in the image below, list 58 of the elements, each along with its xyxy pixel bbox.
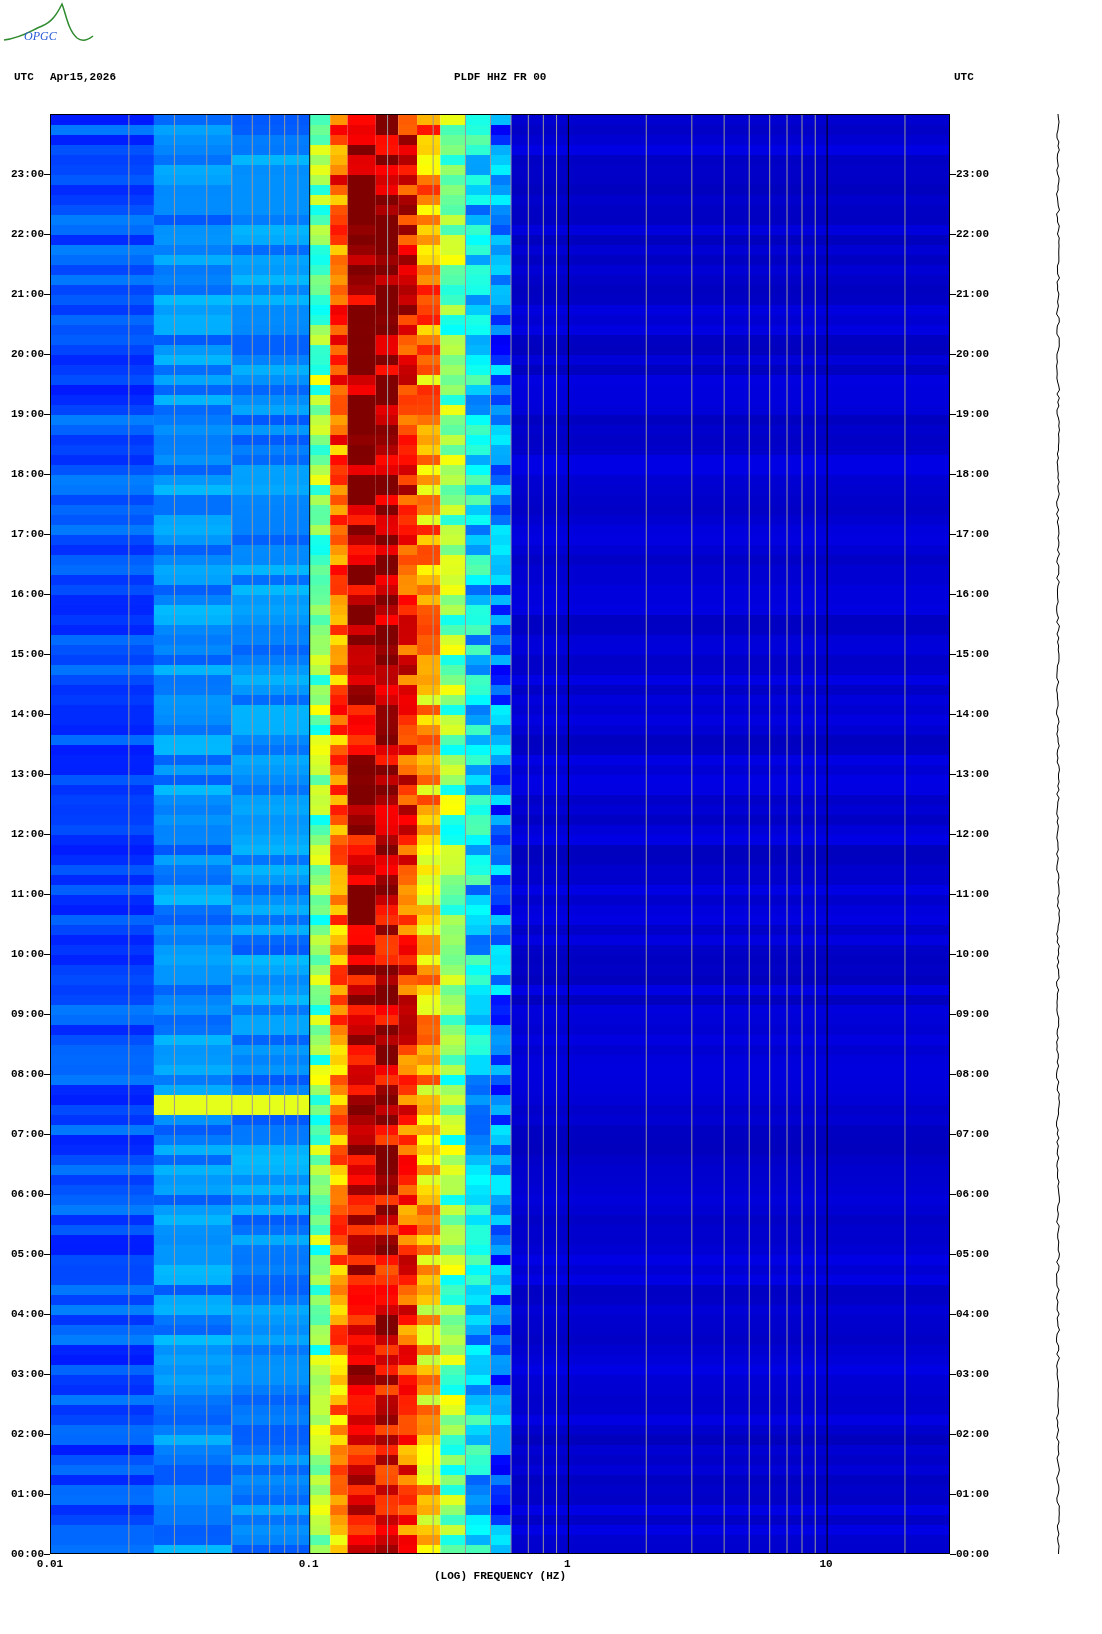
time-tick-label: 19:00 [11, 406, 44, 422]
time-tick-label: 23:00 [11, 166, 44, 182]
time-tick-label: 17:00 [956, 526, 989, 542]
time-tick-label: 04:00 [11, 1306, 44, 1322]
time-tick-label: 21:00 [956, 286, 989, 302]
time-tick-label: 07:00 [11, 1126, 44, 1142]
time-tick-label: 02:00 [11, 1426, 44, 1442]
frequency-tick-label: 1 [564, 1557, 571, 1571]
station-title: PLDF HHZ FR 00 [454, 69, 548, 85]
time-tick-label: 19:00 [956, 406, 989, 422]
time-tick-label: 09:00 [11, 1006, 44, 1022]
time-tick-label: 04:00 [956, 1306, 989, 1322]
time-tick-label: 08:00 [956, 1066, 989, 1082]
time-tick-label: 22:00 [956, 226, 989, 242]
x-axis-title: (LOG) FREQUENCY (HZ) [433, 1570, 567, 1582]
time-tick-label: 14:00 [11, 706, 44, 722]
time-tick-label: 11:00 [956, 886, 989, 902]
time-tick-label: 01:00 [11, 1486, 44, 1502]
frequency-tick-label: 0.01 [36, 1557, 64, 1572]
time-tick-label: 23:00 [956, 166, 989, 182]
time-tick-label: 06:00 [11, 1186, 44, 1202]
time-tick-label: 20:00 [11, 346, 44, 362]
frequency-tick-label: 10 [819, 1557, 833, 1572]
time-tick-label: 06:00 [956, 1186, 989, 1202]
time-tick-label: 03:00 [956, 1366, 989, 1382]
time-tick-label: 13:00 [11, 766, 44, 782]
time-tick-label: 09:00 [956, 1006, 989, 1022]
time-tick-label: 05:00 [11, 1246, 44, 1262]
time-tick-label: 00:00 [956, 1546, 989, 1562]
time-tick-label: 12:00 [11, 826, 44, 842]
time-tick-label: 11:00 [11, 886, 44, 902]
date-label: Apr15,2026 [50, 69, 117, 85]
timezone-label: UTC [14, 69, 35, 85]
time-tick-label: 17:00 [11, 526, 44, 542]
time-tick-label: 10:00 [956, 946, 989, 962]
time-tick-label: 02:00 [956, 1426, 989, 1442]
logo: OPGC [2, 0, 94, 46]
time-tick-label: 16:00 [11, 586, 44, 602]
time-tick-label: 13:00 [956, 766, 989, 782]
time-tick-label: 08:00 [11, 1066, 44, 1082]
time-tick-label: 15:00 [11, 646, 44, 662]
time-tick-label: 18:00 [956, 466, 989, 482]
time-tick-label: 14:00 [956, 706, 989, 722]
time-tick-label: 20:00 [956, 346, 989, 362]
time-tick-label: 22:00 [11, 226, 44, 242]
time-tick-label: 21:00 [11, 286, 44, 302]
time-tick-label: 05:00 [956, 1246, 989, 1262]
timezone-label: UTC [954, 69, 974, 85]
time-tick-label: 18:00 [11, 466, 44, 482]
frequency-tick-label: 0.1 [298, 1557, 319, 1572]
time-tick-label: 12:00 [956, 826, 989, 842]
time-tick-label: 03:00 [11, 1366, 44, 1382]
time-tick-label: 01:00 [956, 1486, 989, 1502]
time-tick-label: 00:00 [11, 1546, 44, 1560]
time-tick-label: 10:00 [11, 946, 44, 962]
time-tick-label: 15:00 [956, 646, 989, 662]
time-tick-label: 07:00 [956, 1126, 989, 1142]
time-tick-label: 16:00 [956, 586, 989, 602]
